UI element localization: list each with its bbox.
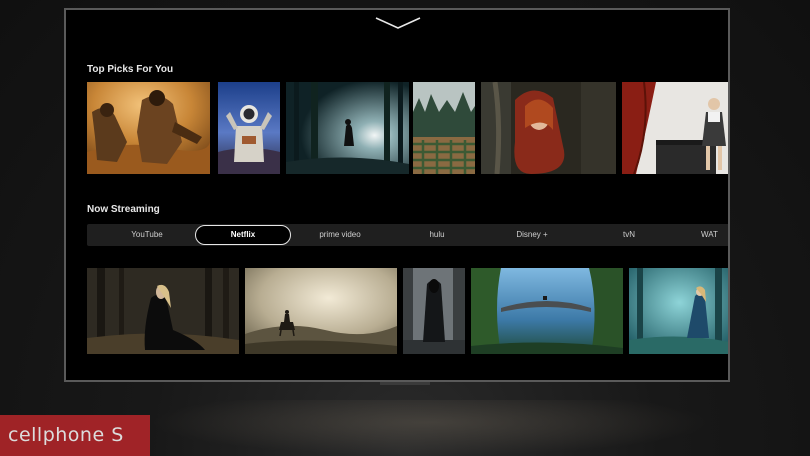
streaming-tab-bar: YouTube Netflix prime video hulu Disney … [87,224,728,246]
section-title-now-streaming: Now Streaming [87,204,160,215]
tab-netflix[interactable]: Netflix [195,225,291,245]
tv-screen: Top Picks For You Now Streaming YouTube … [64,8,730,382]
red-hood-girl-thumbnail[interactable] [481,82,616,174]
tab-prime-video[interactable]: prime video [307,224,373,246]
desert-adventurers-thumbnail[interactable] [87,82,210,174]
misty-forest-lady-thumbnail[interactable] [629,268,728,354]
floor-reflection [150,400,710,456]
watermark-text: cellphone S [8,424,124,446]
tab-tvn[interactable]: tvN [609,224,649,246]
cloaked-figure-thumbnail[interactable] [403,268,465,354]
hedge-maze-thumbnail[interactable] [413,82,475,174]
tv-stand [380,382,430,385]
tab-hulu[interactable]: hulu [417,224,457,246]
foggy-forest-light-thumbnail[interactable] [286,82,409,174]
stone-bridge-valley-thumbnail[interactable] [471,268,623,354]
dark-forest-woman-thumbnail[interactable] [87,268,239,354]
watermark-logo: cellphone S [0,415,150,456]
piano-girl-thumbnail[interactable] [622,82,728,174]
section-title-top-picks: Top Picks For You [87,64,174,75]
tab-wat[interactable]: WAT [701,224,728,246]
astronaut-thumbnail[interactable] [218,82,280,174]
tab-youtube[interactable]: YouTube [122,224,172,246]
rider-hills-thumbnail[interactable] [245,268,397,354]
tab-disney-plus[interactable]: Disney + [507,224,557,246]
chevron-down-icon[interactable] [374,16,422,30]
